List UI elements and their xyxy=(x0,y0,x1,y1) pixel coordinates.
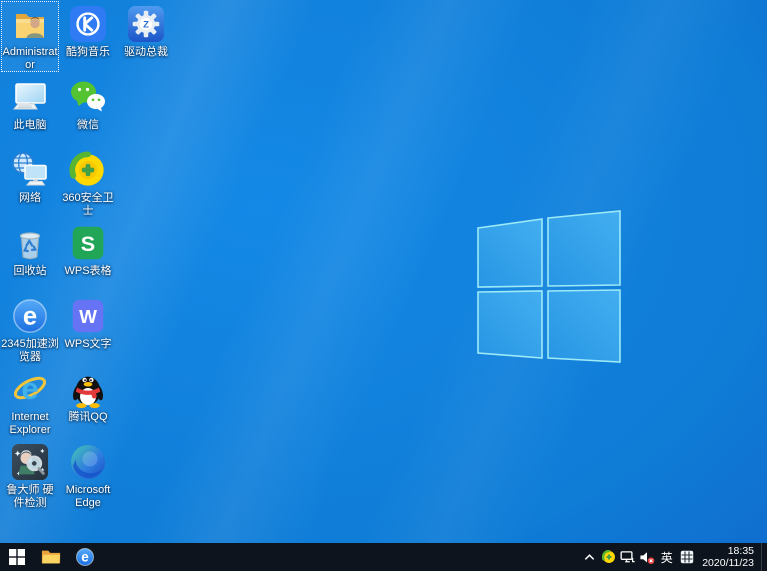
svg-text:W: W xyxy=(79,307,97,328)
user-folder-icon xyxy=(10,4,50,44)
ime-grid-icon[interactable] xyxy=(677,543,696,571)
desktop-icon-label: 鲁大师 硬件检测 xyxy=(1,484,59,510)
this-pc-icon xyxy=(10,77,50,117)
desktop-icon-label: 腾讯QQ xyxy=(59,411,117,424)
desktop-icon-driver-genius[interactable]: Z 驱动总裁 xyxy=(117,1,175,59)
e2345-task-icon: e xyxy=(75,547,95,567)
tray-volume-muted[interactable] xyxy=(637,543,656,571)
tray-expand[interactable] xyxy=(580,543,599,571)
network-icon xyxy=(10,150,50,190)
desktop-icon-label: WPS文字 xyxy=(59,338,117,351)
taskbar: e 英 18:35 2020/11/23 xyxy=(0,543,767,571)
desktop-icon-label: 驱动总裁 xyxy=(117,46,175,59)
driver-gear-icon: Z xyxy=(126,4,166,44)
taskbar-button-2345-browser[interactable]: e xyxy=(68,543,102,571)
taskbar-button-file-explorer[interactable] xyxy=(34,543,68,571)
desktop-icon-microsoft-edge[interactable]: Microsoft Edge xyxy=(59,439,117,510)
qq-icon xyxy=(68,369,108,409)
desktop-icon-label: Microsoft Edge xyxy=(59,484,117,510)
desktop-icon-label: 微信 xyxy=(59,119,117,132)
explorer-icon xyxy=(41,548,61,566)
desktop-icon-administrator[interactable]: Administrator xyxy=(1,1,59,72)
desktop-icon-label: 回收站 xyxy=(1,265,59,278)
wps-writer-icon: W xyxy=(68,296,108,336)
svg-text:Z: Z xyxy=(143,19,149,30)
desktop-icon-label: 360安全卫士 xyxy=(59,192,117,218)
wechat-icon xyxy=(68,77,108,117)
taskbar-clock[interactable]: 18:35 2020/11/23 xyxy=(696,543,761,571)
desktop-icon-360-safe[interactable]: 360安全卫士 xyxy=(59,147,117,218)
show-desktop-button[interactable] xyxy=(761,543,767,571)
desktop-icon-label: 2345加速浏览器 xyxy=(1,338,59,364)
ludashi-icon xyxy=(10,442,50,482)
start-icon xyxy=(9,549,25,565)
clock-date: 2020/11/23 xyxy=(702,557,754,569)
desktop-icon-2345-browser[interactable]: e 2345加速浏览器 xyxy=(1,293,59,364)
safe360-mini-icon xyxy=(602,550,616,564)
tray-network[interactable] xyxy=(618,543,637,571)
desktop-icon-this-pc[interactable]: 此电脑 xyxy=(1,74,59,132)
system-tray: 英 18:35 2020/11/23 xyxy=(580,543,767,571)
desktop-icon-ludashi[interactable]: 鲁大师 硬件检测 xyxy=(1,439,59,510)
desktop-wallpaper[interactable]: Administrator酷狗音乐Z驱动总裁此电脑微信网络360安全卫士回收站S… xyxy=(0,0,767,543)
desktop-icon-wps-sheet[interactable]: S WPS表格 xyxy=(59,220,117,278)
desktop-icon-label: 此电脑 xyxy=(1,119,59,132)
tray-360-safe[interactable] xyxy=(599,543,618,571)
desktop-icon-recycle-bin[interactable]: 回收站 xyxy=(1,220,59,278)
clock-time: 18:35 xyxy=(728,545,754,557)
svg-text:e: e xyxy=(21,371,38,406)
windows-desktop-screen: Administrator酷狗音乐Z驱动总裁此电脑微信网络360安全卫士回收站S… xyxy=(0,0,767,571)
ime-language-indicator[interactable]: 英 xyxy=(656,543,677,571)
network-mini-icon xyxy=(620,550,635,564)
desktop-icon-label: WPS表格 xyxy=(59,265,117,278)
desktop-icon-tencent-qq[interactable]: 腾讯QQ xyxy=(59,366,117,424)
svg-text:e: e xyxy=(23,303,37,331)
taskbar-button-start[interactable] xyxy=(0,543,34,571)
desktop-icon-wechat[interactable]: 微信 xyxy=(59,74,117,132)
recycle-bin-icon xyxy=(10,223,50,263)
svg-text:e: e xyxy=(81,550,89,565)
windows-logo xyxy=(470,206,622,364)
volume-mute-icon xyxy=(639,550,655,565)
taskbar-buttons: e xyxy=(0,543,102,571)
safe360-icon xyxy=(68,150,108,190)
desktop-icon-wps-writer[interactable]: W WPS文字 xyxy=(59,293,117,351)
chevron-up-icon xyxy=(583,551,596,564)
kugou-icon xyxy=(68,4,108,44)
wps-sheet-icon: S xyxy=(68,223,108,263)
desktop-icon-kugou-music[interactable]: 酷狗音乐 xyxy=(59,1,117,59)
tray-icons xyxy=(580,543,656,571)
svg-text:S: S xyxy=(81,231,95,256)
ie-icon: e xyxy=(10,369,50,409)
desktop-icon-network[interactable]: 网络 xyxy=(1,147,59,205)
edge-icon xyxy=(68,442,108,482)
desktop-icon-label: 酷狗音乐 xyxy=(59,46,117,59)
desktop-icon-label: Administrator xyxy=(1,46,59,72)
desktop-icon-label: 网络 xyxy=(1,192,59,205)
desktop-icon-internet-explorer[interactable]: e Internet Explorer xyxy=(1,366,59,437)
e2345-icon: e xyxy=(10,296,50,336)
desktop-icon-label: Internet Explorer xyxy=(1,411,59,437)
